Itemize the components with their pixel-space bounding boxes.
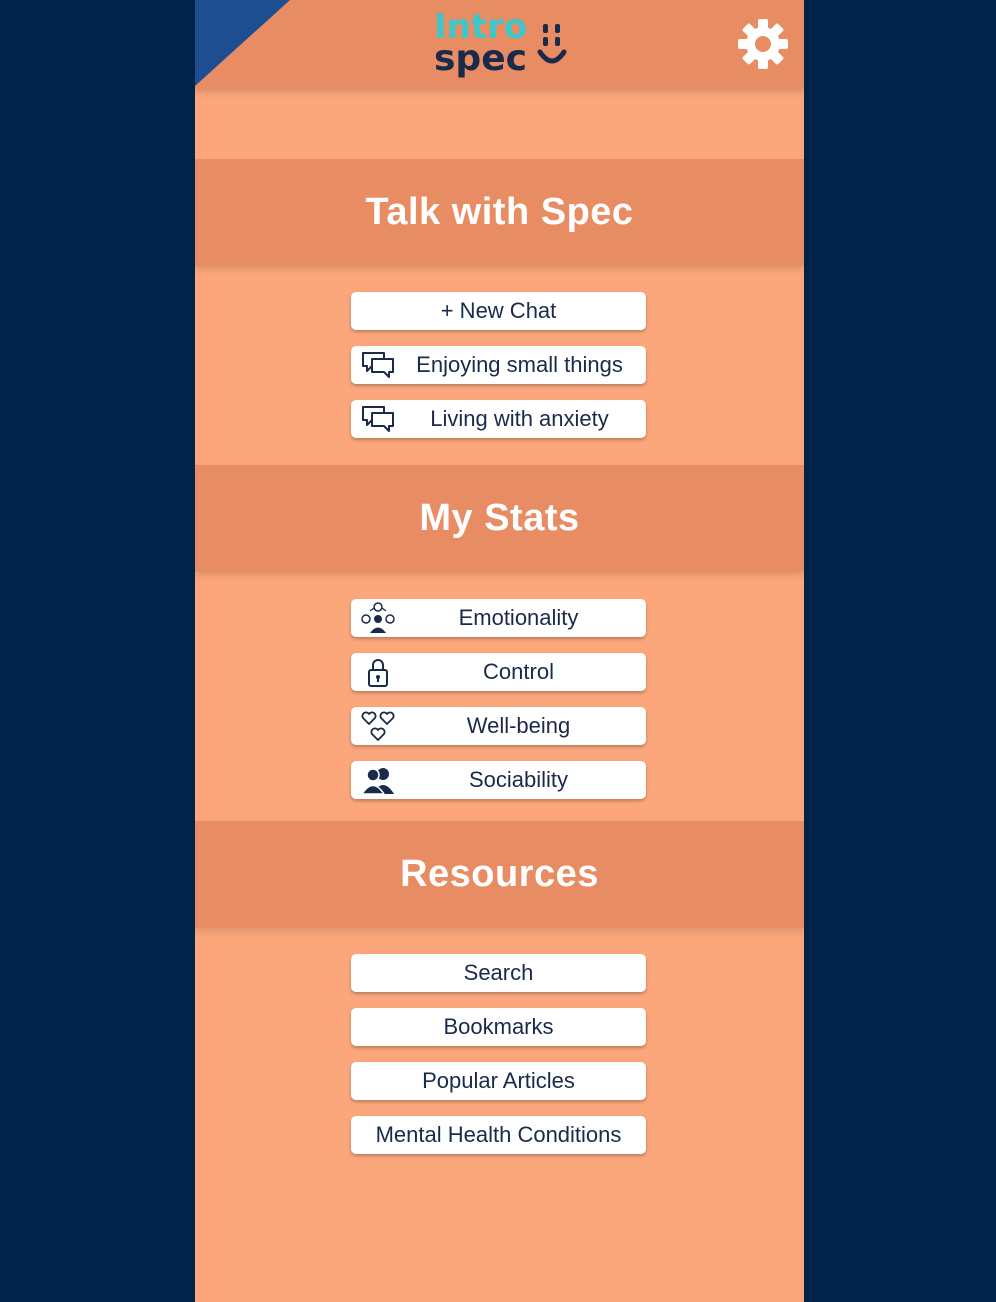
corner-ribbon[interactable]	[195, 0, 290, 86]
resource-label: Search	[463, 960, 534, 985]
stat-label: Control	[483, 659, 554, 684]
chat-bubbles-icon	[362, 352, 394, 378]
chat-item-enjoying-small-things[interactable]: Enjoying small things	[351, 346, 646, 384]
chat-item-living-with-anxiety[interactable]: Living with anxiety	[351, 400, 646, 438]
stat-label: Sociability	[468, 767, 569, 792]
lock-icon	[368, 659, 388, 687]
stat-label: Emotionality	[458, 605, 579, 630]
chat-item-label: Living with anxiety	[430, 406, 609, 431]
section-title-talk: Talk with Spec	[195, 159, 804, 266]
new-chat-label: + New Chat	[440, 298, 557, 323]
resource-bookmarks-button[interactable]: Bookmarks	[351, 1008, 646, 1046]
resource-search-button[interactable]: Search	[351, 954, 646, 992]
hearts-icon	[361, 711, 395, 741]
chat-item-label: Enjoying small things	[416, 352, 623, 377]
introspec-logo: Intro spec	[434, 7, 567, 79]
section-title-resources: Resources	[195, 821, 804, 928]
stat-emotionality-button[interactable]: Emotionality	[351, 599, 646, 637]
stat-label: Well-being	[466, 713, 571, 738]
resource-popular-articles-button[interactable]: Popular Articles	[351, 1062, 646, 1100]
chat-bubbles-icon	[362, 406, 394, 432]
emotions-icon	[361, 602, 395, 633]
new-chat-button[interactable]: + New Chat	[351, 292, 646, 330]
section-title-stats: My Stats	[195, 465, 804, 572]
svg-text:spec: spec	[434, 38, 527, 79]
people-icon	[360, 768, 394, 795]
app-panel: Intro spec Talk with Spec + New Chat Enj…	[195, 0, 804, 1302]
gear-icon[interactable]	[737, 18, 789, 70]
resource-mental-health-conditions-button[interactable]: Mental Health Conditions	[351, 1116, 646, 1154]
resource-label: Mental Health Conditions	[375, 1122, 622, 1147]
stat-sociability-button[interactable]: Sociability	[351, 761, 646, 799]
resource-label: Bookmarks	[443, 1014, 554, 1039]
stat-well-being-button[interactable]: Well-being	[351, 707, 646, 745]
stat-control-button[interactable]: Control	[351, 653, 646, 691]
resource-label: Popular Articles	[422, 1068, 575, 1093]
